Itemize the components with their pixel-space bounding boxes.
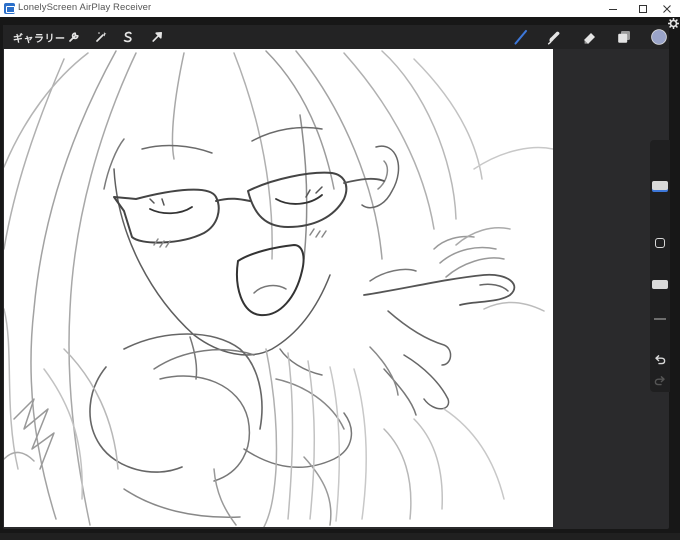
minimize-icon[interactable] — [598, 0, 628, 17]
eraser-icon[interactable] — [581, 28, 599, 46]
gallery-button[interactable]: ギャラリー — [13, 30, 66, 45]
layers-icon[interactable] — [615, 28, 633, 46]
opacity-track-line — [654, 318, 666, 320]
smudge-icon[interactable] — [546, 28, 564, 46]
color-swatch[interactable] — [650, 28, 668, 46]
window-title: LonelyScreen AirPlay Receiver — [18, 2, 152, 13]
brush-size-thumb[interactable] — [652, 181, 668, 190]
procreate-toolbar: ギャラリー — [3, 25, 669, 49]
redo-icon[interactable] — [651, 373, 669, 387]
undo-icon[interactable] — [651, 352, 669, 366]
lonelyscreen-app-icon — [4, 3, 15, 14]
close-icon[interactable] — [652, 0, 680, 17]
brush-opacity-thumb[interactable] — [652, 280, 668, 289]
bottom-strip — [0, 533, 680, 540]
modify-square-icon[interactable] — [655, 238, 665, 248]
sketch-artwork — [4, 50, 553, 527]
window-title-bar: LonelyScreen AirPlay Receiver — [0, 0, 680, 17]
selection-s-icon[interactable] — [119, 28, 137, 46]
drawing-canvas[interactable] — [4, 49, 553, 527]
magic-wand-icon[interactable] — [92, 28, 110, 46]
brush-icon[interactable] — [512, 28, 530, 46]
wrench-icon[interactable] — [65, 28, 83, 46]
transform-arrow-icon[interactable] — [148, 28, 166, 46]
brush-opacity-slider[interactable] — [650, 262, 670, 344]
